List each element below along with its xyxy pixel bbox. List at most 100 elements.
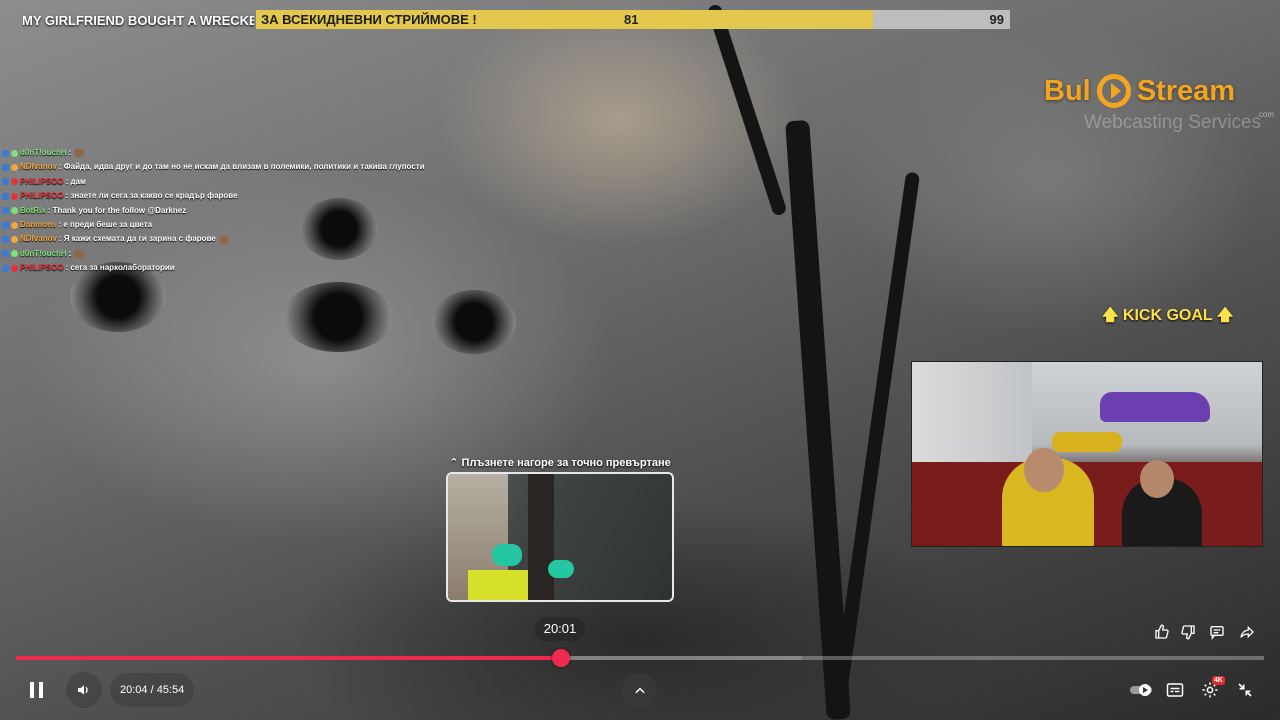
progress-played: [16, 656, 562, 660]
chat-badge-icon: [2, 192, 9, 200]
autoplay-toggle-icon: [1130, 684, 1152, 696]
goal-label: ЗА ВСЕКИДНЕВНИ СТРИЙМОВЕ !: [261, 12, 477, 27]
chat-badge-icon: [2, 221, 9, 229]
dislike-button[interactable]: [1178, 622, 1198, 642]
logo-name-left: Bul: [1044, 74, 1091, 107]
seek-preview-thumbnail: [446, 472, 674, 602]
kick-goal-label: KICK GOAL: [1122, 307, 1213, 324]
chat-message-text: : знаете ли сега за какво се крадър фаро…: [65, 191, 238, 201]
thumbs-up-icon: [1155, 624, 1169, 639]
chat-message: NDIvanov: Файда, идва друг и до там но н…: [2, 160, 462, 174]
chat-username[interactable]: d0nT!ouchH: [20, 146, 67, 160]
chat-message-text: : дам: [65, 176, 86, 186]
subtitles-button[interactable]: [1164, 679, 1186, 701]
share-button[interactable]: [1237, 622, 1257, 642]
share-icon: [1240, 625, 1254, 639]
goal-bar: ЗА ВСЕКИДНЕВНИ СТРИЙМОВЕ ! 81 99: [256, 10, 1010, 29]
chat-message: Danmons: е преди беше за цвета: [2, 218, 462, 232]
chat-badge-icon: [11, 250, 18, 258]
chat-username[interactable]: PHILIPSOO: [20, 189, 64, 203]
chat-username[interactable]: BotRix: [20, 204, 46, 218]
seek-time-tooltip: 20:01: [535, 617, 585, 641]
expand-chapters-button[interactable]: [622, 673, 657, 708]
preview-beam: [528, 474, 554, 600]
chat-message-text: : сега за нарколаборатории: [65, 263, 175, 273]
frame-cable: [706, 3, 788, 217]
chat-message: PHILIPSOO: дам: [2, 175, 462, 189]
kick-goal: 🡅 KICK GOAL 🡅: [1102, 304, 1233, 331]
chat-username[interactable]: PHILIPSOO: [20, 261, 64, 275]
chat-message-text: :: [68, 148, 72, 157]
chat-badge-icon: [2, 250, 9, 258]
logo-play-icon: [1096, 74, 1131, 108]
webcam-guest-head: [1140, 460, 1174, 498]
exit-fullscreen-icon: [1238, 683, 1252, 697]
volume-icon: [78, 685, 88, 695]
chat-badge-icon: [11, 221, 18, 229]
chat-message-text: :: [68, 248, 72, 258]
webcam-purple-car: [1100, 392, 1210, 422]
chat-badge-icon: [2, 236, 9, 244]
frame-hole: [282, 282, 394, 352]
chat-badge-icon: [11, 264, 18, 272]
pause-button[interactable]: [22, 675, 52, 705]
emote-icon: [74, 249, 85, 258]
chat-username[interactable]: NDIvanov: [20, 160, 57, 174]
chat-badge-icon: [11, 164, 18, 172]
chat-badge-icon: [11, 178, 18, 186]
time-display: 20:04 / 45:54: [110, 673, 195, 707]
chat-message: BotRix: Thank you for the follow @Darkne…: [2, 204, 462, 218]
chat-message-text: : Файда, идва друг и до там но не искам …: [58, 162, 425, 172]
goal-current-value: 81: [624, 12, 639, 27]
chevron-up-icon: [634, 687, 645, 693]
webcam-overlay: [911, 361, 1263, 547]
chat-badge-icon: [11, 236, 18, 244]
chat-badge-icon: [11, 207, 18, 215]
preview-glove: [548, 560, 574, 578]
webcam-streamer-head: [1024, 448, 1064, 492]
preview-vest: [468, 570, 528, 600]
like-button[interactable]: [1152, 622, 1172, 642]
chat-badge-icon: [11, 192, 18, 200]
logo-tagline: Webcasting Services: [1084, 112, 1262, 133]
thumbs-down-icon: [1181, 625, 1195, 640]
goal-target-value: 99: [989, 12, 1004, 27]
chat-message-text: : Thank you for the follow @Darknez: [47, 205, 187, 215]
autoplay-toggle[interactable]: [1128, 680, 1154, 700]
chat-badge-icon: [2, 149, 9, 157]
chat-username[interactable]: NDIvanov: [20, 232, 57, 246]
chat-message: NDIvanov: Я кажи схемата да ги зарина с …: [2, 232, 462, 246]
frame-hole: [432, 290, 516, 354]
chat-badge-icon: [2, 178, 9, 186]
video-title: MY GIRLFRIEND BOUGHT A WRECKED LA: [22, 13, 254, 28]
bulstream-logo: Bul Stream .com Webcasting Services: [1044, 74, 1280, 136]
chat-message: d0nT!ouchH:: [2, 247, 462, 261]
chat-message: PHILIPSOO: знаете ли сега за какво се кр…: [2, 189, 462, 203]
arrow-up-icon: 🡅: [1216, 307, 1234, 324]
chat-username[interactable]: Danmons: [20, 218, 56, 232]
chat-username[interactable]: d0nT!ouchH: [20, 247, 67, 261]
subtitles-icon: [1166, 683, 1184, 697]
chat-badge-icon: [11, 149, 18, 157]
chat-message: PHILIPSOO: сега за нарколаборатории: [2, 261, 462, 275]
progress-bar[interactable]: [16, 649, 1264, 667]
chat-message: d0nT!ouchH:: [2, 146, 462, 160]
chat-badge-icon: [2, 164, 9, 172]
emote-icon: [74, 149, 85, 158]
preview-glove: [492, 544, 522, 566]
seek-hint: ⌃ Плъзнете нагоре за точно превъртане: [447, 456, 673, 469]
chevron-up-icon: ⌃: [449, 457, 459, 469]
volume-button[interactable]: [66, 672, 102, 708]
webcam-yellow-car: [1052, 432, 1122, 452]
seek-hint-label: Плъзнете нагоре за точно превъртане: [461, 457, 671, 469]
logo-name-right: Stream: [1136, 74, 1236, 107]
chat-username[interactable]: PHILIPSOO: [20, 175, 64, 189]
comments-button[interactable]: [1207, 622, 1227, 642]
comment-icon: [1210, 626, 1224, 640]
pause-icon: [30, 682, 43, 698]
exit-fullscreen-button[interactable]: [1234, 679, 1256, 701]
chat-overlay: d0nT!ouchH: NDIvanov: Файда, идва друг и …: [2, 146, 462, 276]
frame-cable: [833, 171, 921, 689]
chat-message-text: : Я кажи схемата да ги зарина с фарове: [58, 234, 216, 244]
chat-badge-icon: [2, 207, 9, 215]
